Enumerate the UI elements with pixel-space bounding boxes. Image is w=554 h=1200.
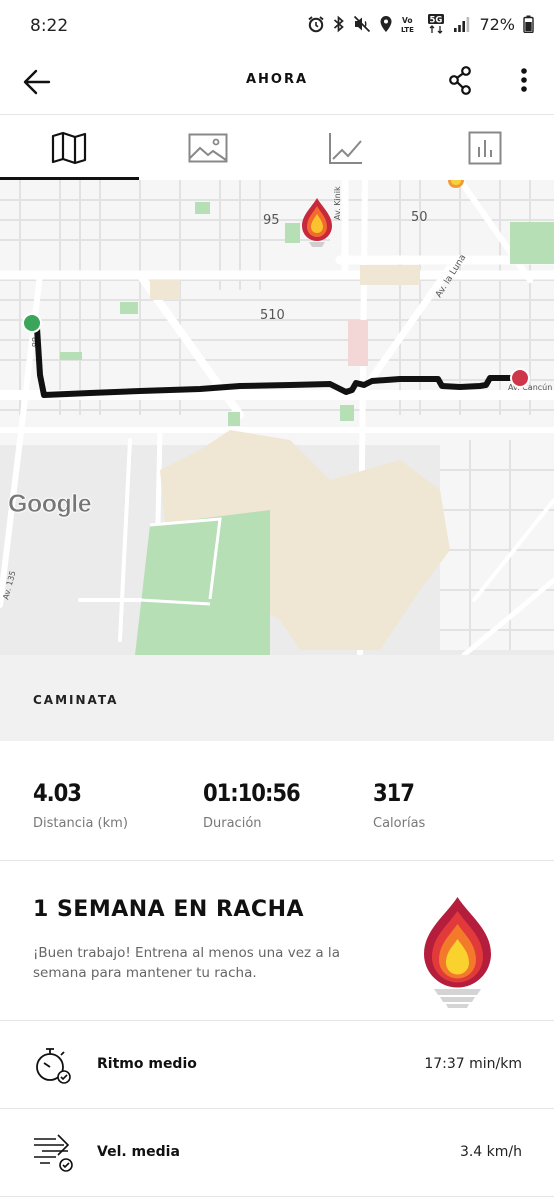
avg-pace-label: Ritmo medio [97,1056,197,1072]
tab-map[interactable] [0,115,139,180]
activity-header: CAMINATA [0,655,554,741]
line-chart-icon [329,132,363,164]
more-options-button[interactable] [512,64,536,98]
tab-laps[interactable] [416,115,554,180]
svg-text:5G: 5G [430,16,443,26]
view-tabs [0,114,554,180]
status-time: 8:22 [30,16,69,36]
distance-label: Distancia (km) [33,816,128,831]
stopwatch-icon [36,1048,71,1084]
image-icon [188,133,228,162]
mute-icon [353,14,371,34]
location-icon [379,14,393,34]
flame-streak-icon [424,897,491,1008]
tab-photos[interactable] [139,115,278,180]
metric-row-avg-pace[interactable]: Ritmo medio 17:37 min/km [0,1021,554,1109]
bar-chart-icon [468,131,502,164]
volte-icon: Vo LTE [401,14,419,34]
map-icon [52,131,87,164]
battery-percentage: 72% [479,14,515,34]
stat-duration: 01:10:56 Duración [203,779,313,831]
signal-icon [453,14,471,34]
battery-icon [523,14,534,34]
duration-label: Duración [203,816,262,831]
streak-card[interactable]: 1 SEMANA EN RACHA ¡Buen trabajo! Entrena… [0,861,554,1021]
alarm-icon [307,14,325,34]
map-label-95: 95 [263,213,280,228]
tab-graphs[interactable] [277,115,416,180]
summary-stats: 4.03 Distancia (km) 01:10:56 Duración 31… [0,741,554,861]
avg-speed-value: 3.4 km/h [459,1144,522,1160]
metric-row-avg-speed[interactable]: Vel. media 3.4 km/h [0,1109,554,1197]
avg-pace-value: 17:37 min/km [424,1056,522,1072]
distance-value: 4.03 [33,779,82,807]
streak-message: ¡Buen trabajo! Entrena al menos una vez … [33,945,340,981]
google-attribution-logo: Google [8,490,92,519]
calories-label: Calorías [373,816,426,831]
share-button[interactable] [446,64,476,98]
map-label-kinik: Av. Kinik [333,186,342,220]
route-start-marker [22,313,42,333]
svg-text:Vo: Vo [402,16,413,25]
calories-value: 317 [373,779,415,807]
route-map[interactable]: 95 50 510 Av. Kinik Av. la Luna Av. Canc… [0,180,554,655]
stat-calories: 317 Calorías [373,779,425,831]
map-label-50: 50 [411,210,428,225]
svg-text:LTE: LTE [401,26,414,33]
share-icon [449,66,471,95]
stat-distance: 4.03 Distancia (km) [33,779,128,831]
speed-lines-icon [34,1134,73,1172]
5g-icon: 5G [427,14,445,34]
route-end-marker [510,368,530,388]
map-label-510: 510 [260,308,285,323]
app-bar: AHORA [0,52,554,112]
bluetooth-icon [333,14,345,34]
status-icons: Vo LTE 5G 72% [307,14,534,34]
streak-title: 1 SEMANA EN RACHA [33,897,305,922]
more-vertical-icon [521,68,527,92]
avg-speed-label: Vel. media [97,1144,180,1160]
duration-value: 01:10:56 [203,779,301,807]
activity-type-label: CAMINATA [33,693,119,707]
